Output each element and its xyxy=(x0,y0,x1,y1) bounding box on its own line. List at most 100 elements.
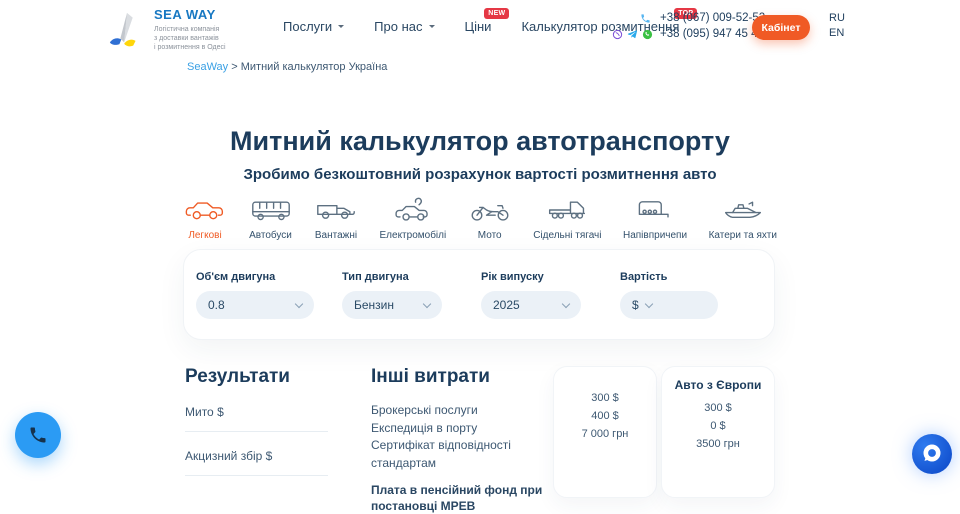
phone-number-secondary[interactable]: +38 (095) 947 45 41 xyxy=(660,28,764,40)
year-value: 2025 xyxy=(493,298,520,312)
engine-type-select[interactable]: Бензин xyxy=(342,291,442,319)
viber-icon[interactable] xyxy=(612,29,623,40)
tab-moto[interactable]: Мото xyxy=(468,197,512,241)
duty-row: Мито $ xyxy=(185,388,328,432)
excise-row: Акцизний збір $ xyxy=(185,432,328,476)
calculator-form-card: Об'єм двигуна 0.8 Тип двигуна Бензин Рік… xyxy=(183,249,775,340)
cost-value: 0 $ xyxy=(662,417,774,435)
europe-card-title: Авто з Європи xyxy=(662,378,774,392)
chevron-down-icon xyxy=(423,299,431,307)
tab-label: Вантажні xyxy=(315,230,357,241)
tab-semi-trailers[interactable]: Напівпричепи xyxy=(623,197,687,241)
bus-icon xyxy=(249,197,293,223)
chat-bubble-icon xyxy=(920,442,944,466)
telegram-icon[interactable] xyxy=(627,29,638,40)
phone-icon xyxy=(612,13,654,24)
page-title: Митний калькулятор автотранспорту xyxy=(0,126,960,157)
year-select[interactable]: 2025 xyxy=(481,291,581,319)
costs-values-card: 300 $ 400 $ 7 000 грн xyxy=(553,366,657,498)
chevron-down-icon xyxy=(338,25,344,31)
yacht-icon xyxy=(721,197,765,223)
engine-volume-label: Об'єм двигуна xyxy=(196,271,314,283)
logo-tagline: Логістична компанія з доставки вантажів … xyxy=(154,25,226,52)
europe-car-card: Авто з Європи 300 $ 0 $ 3500 грн xyxy=(661,366,775,498)
results-section: Результати Мито $ Акцизний збір $ xyxy=(185,366,328,476)
motorcycle-icon xyxy=(468,197,512,223)
lang-ru[interactable]: RU xyxy=(829,11,845,26)
broker-services-item: Брокерські послуги xyxy=(371,402,561,420)
chevron-down-icon xyxy=(429,25,435,31)
nav-item-services[interactable]: Послуги xyxy=(283,19,344,34)
cost-value: 400 $ xyxy=(554,407,656,425)
tab-boats-yachts[interactable]: Катери та яхти xyxy=(709,197,777,241)
pension-fund-note: Плата в пенсійний фонд при постановці МР… xyxy=(371,482,561,514)
chat-fab-button[interactable] xyxy=(912,434,952,474)
tab-label: Електромобілі xyxy=(380,230,447,241)
call-fab-button[interactable] xyxy=(15,412,61,458)
cost-value: 3500 грн xyxy=(662,435,774,453)
semi-truck-icon xyxy=(545,197,589,223)
tab-label: Автобуси xyxy=(249,230,292,241)
nav-label: Послуги xyxy=(283,19,332,34)
nav-label: Про нас xyxy=(374,19,422,34)
tab-trucks[interactable]: Вантажні xyxy=(314,197,358,241)
car-icon xyxy=(183,197,227,223)
engine-volume-value: 0.8 xyxy=(208,298,225,312)
cost-value: 7 000 грн xyxy=(554,425,656,443)
results-title: Результати xyxy=(185,366,328,388)
new-badge: NEW xyxy=(484,8,509,19)
other-costs-title: Інші витрати xyxy=(371,366,561,388)
language-switcher: RU EN xyxy=(829,11,845,41)
engine-volume-field: Об'єм двигуна 0.8 xyxy=(196,271,314,319)
engine-type-value: Бензин xyxy=(354,298,394,312)
lang-en[interactable]: EN xyxy=(829,26,845,41)
vehicle-type-tabs: Легкові Автобуси Вантажні Електромобілі … xyxy=(183,197,777,241)
cost-value: 300 $ xyxy=(554,389,656,407)
year-field: Рік випуску 2025 xyxy=(481,271,581,319)
phone-number-primary[interactable]: +38 (067) 009-52-52 xyxy=(660,12,765,24)
price-input[interactable]: $ xyxy=(620,291,718,319)
logo-title: SEA WAY xyxy=(154,7,226,22)
tab-buses[interactable]: Автобуси xyxy=(249,197,293,241)
cost-value: 300 $ xyxy=(662,399,774,417)
breadcrumb-separator: > xyxy=(231,61,237,73)
cabinet-button[interactable]: Кабінет xyxy=(752,15,810,40)
currency-value: $ xyxy=(632,298,639,312)
chevron-down-icon xyxy=(295,299,303,307)
nav-label: Ціни xyxy=(465,19,492,34)
trailer-icon xyxy=(633,197,677,223)
port-expedition-item: Експедиція в порту xyxy=(371,420,561,438)
engine-type-label: Тип двигуна xyxy=(342,271,442,283)
breadcrumb: SeaWay > Митний калькулятор Україна xyxy=(187,61,387,73)
breadcrumb-home-link[interactable]: SeaWay xyxy=(187,61,228,73)
phone-icon xyxy=(28,425,48,445)
price-label: Вартість xyxy=(620,271,718,283)
truck-icon xyxy=(314,197,358,223)
year-label: Рік випуску xyxy=(481,271,581,283)
tab-label: Катери та яхти xyxy=(709,230,777,241)
hero-section: Митний калькулятор автотранспорту Зробим… xyxy=(0,126,960,183)
tab-label: Напівпричепи xyxy=(623,230,687,241)
tab-cars[interactable]: Легкові xyxy=(183,197,227,241)
certificate-item: Сертифікат відповідності стандартам xyxy=(371,437,561,472)
engine-volume-select[interactable]: 0.8 xyxy=(196,291,314,319)
breadcrumb-current: Митний калькулятор Україна xyxy=(241,61,388,73)
tab-electric-cars[interactable]: Електромобілі xyxy=(380,197,447,241)
page-subtitle: Зробимо безкоштовний розрахунок вартості… xyxy=(0,166,960,183)
tab-label: Мото xyxy=(478,230,502,241)
seaway-logo[interactable]: SEA WAY Логістична компанія з доставки в… xyxy=(108,7,226,52)
tab-semi-trucks[interactable]: Сідельні тягачі xyxy=(533,197,601,241)
nav-item-prices[interactable]: Ціни NEW xyxy=(465,19,492,34)
electric-car-icon xyxy=(391,197,435,223)
chevron-down-icon xyxy=(562,299,570,307)
chevron-down-icon xyxy=(644,299,652,307)
engine-type-field: Тип двигуна Бензин xyxy=(342,271,442,319)
nav-item-about[interactable]: Про нас xyxy=(374,19,434,34)
sail-boat-logo-icon xyxy=(108,10,146,50)
other-costs-section: Інші витрати Брокерські послуги Експедиц… xyxy=(371,366,561,514)
price-field: Вартість $ xyxy=(620,271,718,319)
tab-label: Сідельні тягачі xyxy=(533,230,601,241)
header-contacts: +38 (067) 009-52-52 +38 (095) 947 45 41 xyxy=(612,10,765,42)
whatsapp-icon[interactable] xyxy=(642,29,653,40)
tab-label: Легкові xyxy=(188,230,221,241)
